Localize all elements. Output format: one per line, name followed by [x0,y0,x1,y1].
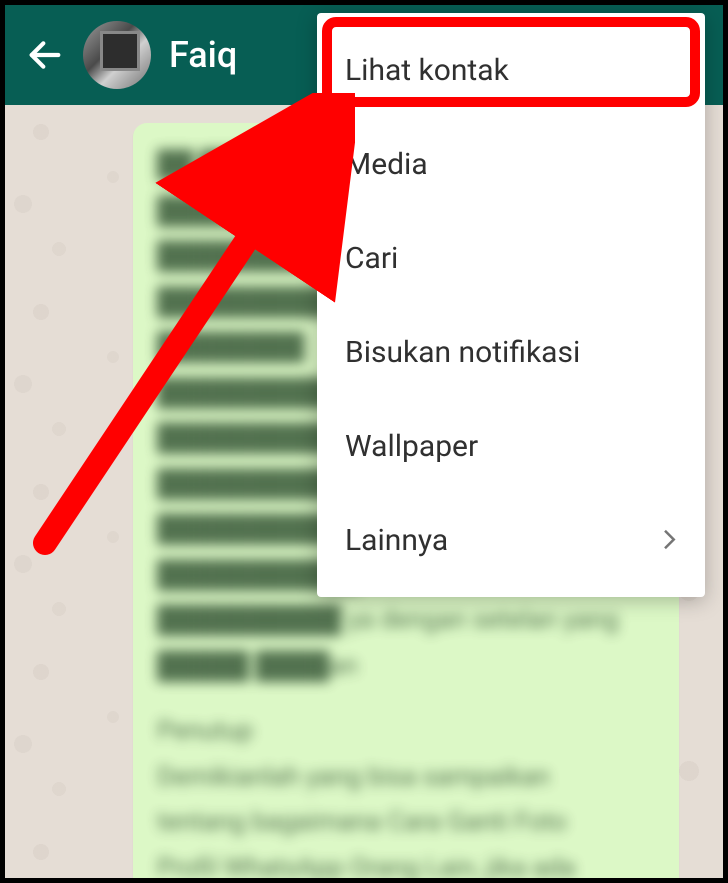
menu-item-wallpaper[interactable]: Wallpaper [317,399,705,493]
menu-item-more[interactable]: Lainnya [317,493,705,587]
menu-item-label: Media [345,147,428,182]
chevron-right-icon [663,523,677,558]
menu-item-label: Bisukan notifikasi [345,335,580,370]
menu-item-search[interactable]: Cari [317,211,705,305]
back-button[interactable] [25,35,65,75]
menu-item-label: Lihat kontak [345,53,509,88]
menu-item-label: Wallpaper [345,429,478,464]
contact-name[interactable]: Faiq [169,34,237,76]
menu-item-view-contact[interactable]: Lihat kontak [317,23,705,117]
menu-item-label: Cari [345,241,398,276]
overflow-menu: Lihat kontak Media Cari Bisukan notifika… [317,13,705,597]
app-frame: ██ ████████ ███████████████ ████████████… [0,0,728,883]
menu-item-mute[interactable]: Bisukan notifikasi [317,305,705,399]
back-arrow-icon [25,35,65,75]
contact-avatar[interactable] [83,21,151,89]
menu-item-media[interactable]: Media [317,117,705,211]
menu-item-label: Lainnya [345,523,448,558]
